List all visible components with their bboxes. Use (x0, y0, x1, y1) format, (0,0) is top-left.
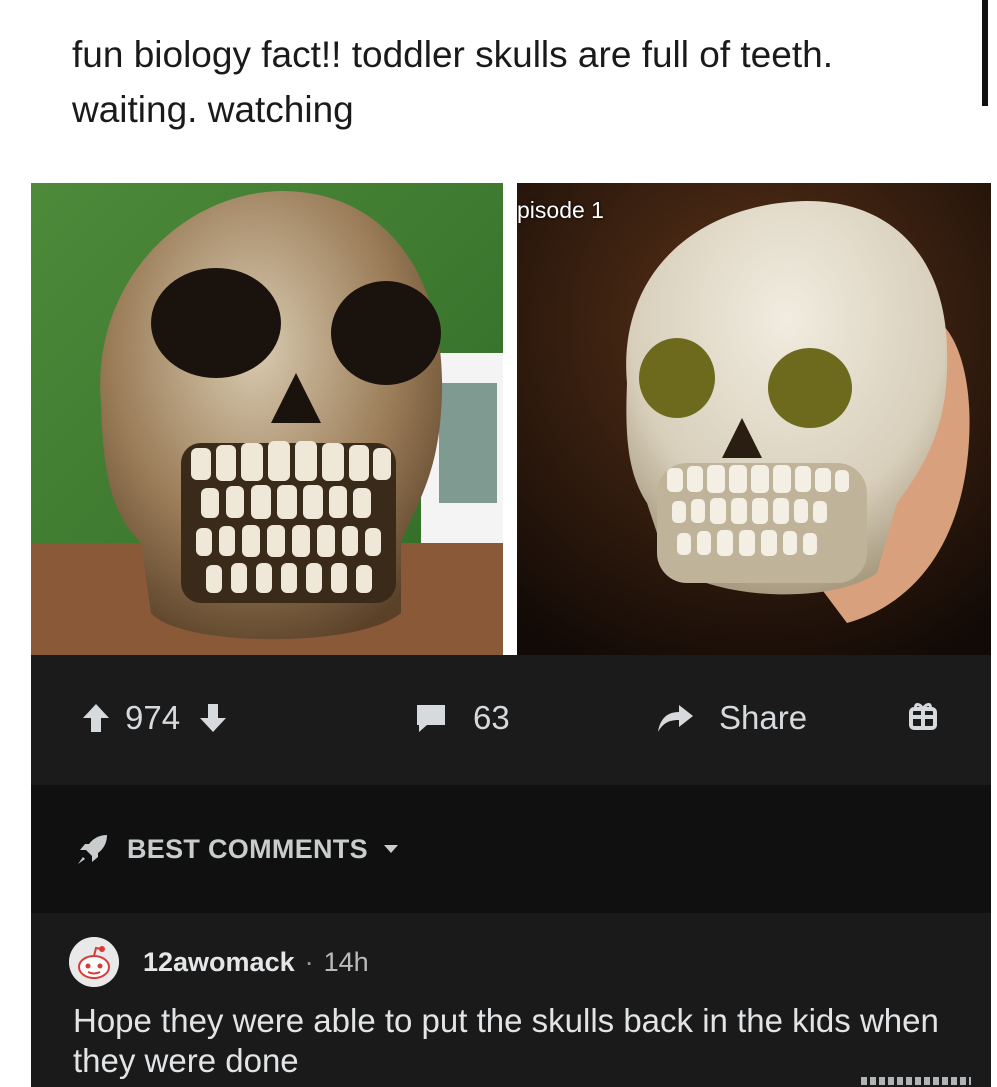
skull-illustration-left (31, 183, 503, 655)
comment-author[interactable]: 12awomack (143, 947, 295, 978)
sort-label: BEST COMMENTS (127, 833, 368, 864)
image-caption-label: pisode 1 (517, 197, 604, 223)
comments-button[interactable]: 63 (413, 699, 510, 737)
upvote-count: 974 (125, 699, 181, 736)
post-title-area: fun biology fact!! toddler skulls are fu… (0, 0, 997, 180)
share-label: Share (719, 699, 808, 736)
watermark (861, 1077, 971, 1085)
rocket-icon (75, 831, 111, 867)
reddit-snoo-icon (69, 937, 119, 987)
skull-illustration-right (517, 183, 991, 655)
post-image-adult-skull[interactable] (31, 183, 503, 655)
sort-dropdown[interactable]: BEST COMMENTS (75, 831, 400, 867)
caret-down-icon (382, 843, 400, 855)
speech-bubble-icon (413, 701, 449, 735)
comment-sort-bar: BEST COMMENTS (31, 785, 991, 913)
avatar[interactable] (69, 937, 119, 987)
comment-count: 63 (473, 699, 510, 736)
scroll-edge (982, 0, 988, 106)
arrow-down-icon[interactable] (196, 701, 230, 735)
gift-icon (907, 699, 939, 731)
comment-list: 12awomack · 14h Hope they were able to p… (31, 913, 991, 1087)
comment-text: Hope they were able to put the skulls ba… (73, 1002, 939, 1079)
share-arrow-icon (655, 701, 695, 735)
vote-group: 974 (79, 699, 230, 737)
award-button[interactable] (907, 699, 939, 731)
comment-header: 12awomack · 14h (69, 937, 369, 987)
post-title: fun biology fact!! toddler skulls are fu… (72, 34, 833, 130)
arrow-up-icon[interactable] (79, 701, 113, 735)
post-action-bar: 974 63 Share (31, 655, 991, 785)
comment-time: 14h (323, 946, 369, 977)
comment-separator: · (304, 946, 314, 977)
post-image-toddler-skull[interactable]: pisode 1 (517, 183, 991, 655)
share-button[interactable]: Share (655, 699, 807, 737)
